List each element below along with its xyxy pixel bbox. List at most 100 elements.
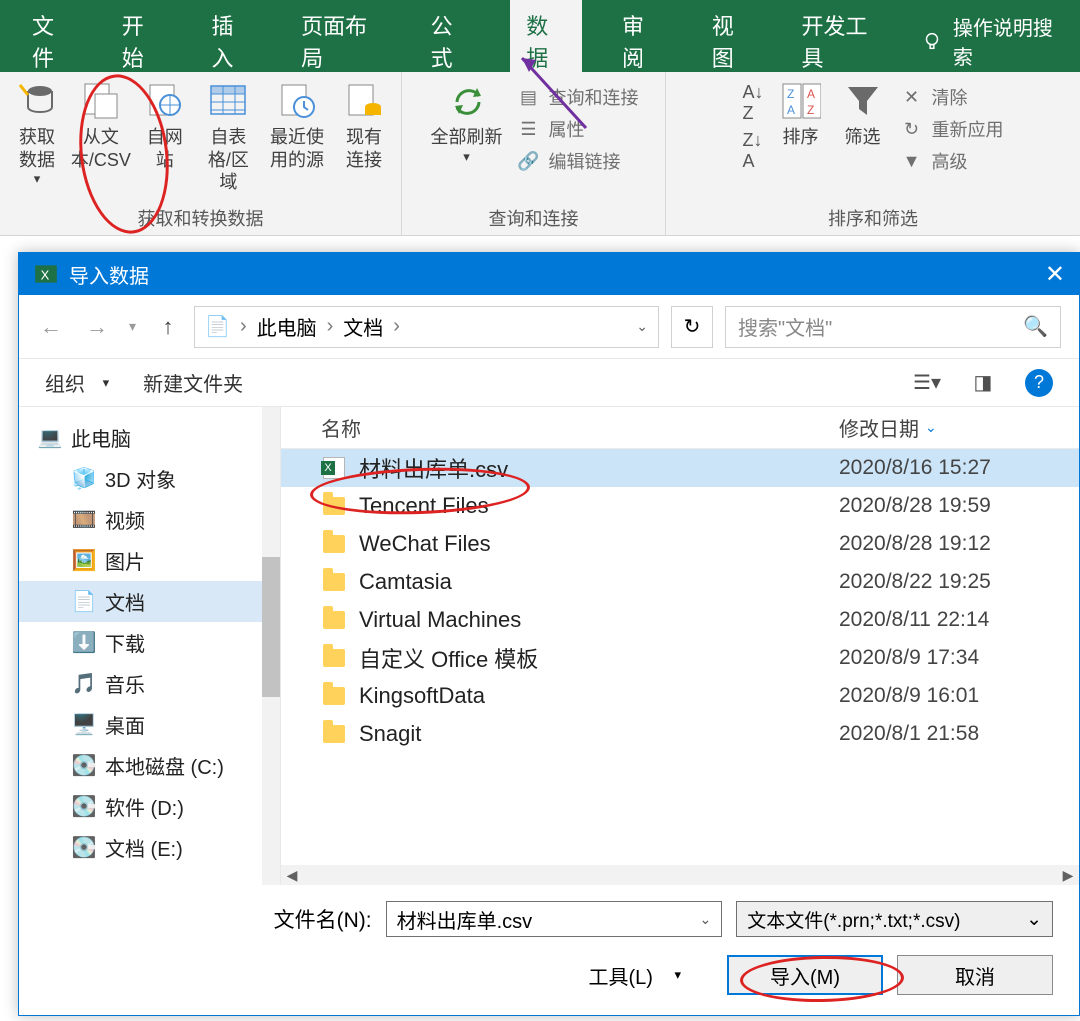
file-row[interactable]: Tencent Files2020/8/28 19:59 xyxy=(281,487,1079,525)
sort-desc-icon[interactable]: Z↓A xyxy=(742,130,763,172)
tree-label: 3D 对象 xyxy=(105,464,176,493)
get-data-button[interactable]: 获取数据▾ xyxy=(8,78,66,198)
hscroll-right[interactable]: ▶ xyxy=(1059,867,1077,884)
import-button[interactable]: 导入(M) xyxy=(727,955,883,995)
tree-item-dl[interactable]: ⬇️下载 xyxy=(19,622,280,663)
preview-pane-button[interactable]: ◨ xyxy=(969,369,997,397)
existing-conn-button[interactable]: 现有连接 xyxy=(335,78,393,198)
sort-asc-icon[interactable]: A↓Z xyxy=(742,82,763,124)
tree-item-disk[interactable]: 💽 文档 (E:) xyxy=(19,827,280,868)
group-get-transform: 获取和转换数据 xyxy=(138,199,264,231)
file-type-filter[interactable]: 文本文件(*.prn;*.txt;*.csv) ⌄ xyxy=(736,901,1053,937)
tab-file[interactable]: 文件 xyxy=(22,3,82,79)
file-name: 自定义 Office 模板 xyxy=(359,642,839,674)
file-list-hscrollbar[interactable]: ◀ ▶ xyxy=(281,865,1079,885)
cancel-button[interactable]: 取消 xyxy=(897,955,1053,995)
search-placeholder: 搜索"文档" xyxy=(738,312,832,341)
filename-dropdown-icon[interactable]: ⌄ xyxy=(699,911,711,928)
tree-item-video[interactable]: 🎞️视频 xyxy=(19,499,280,540)
tab-layout[interactable]: 页面布局 xyxy=(291,3,390,79)
tab-insert[interactable]: 插入 xyxy=(201,3,261,79)
col-date-label: 修改日期 xyxy=(839,413,919,442)
sort-button[interactable]: ZAAZ 排序 xyxy=(772,78,830,153)
get-data-label: 获取数据 xyxy=(14,126,60,171)
tree-item-music[interactable]: 🎵音乐 xyxy=(19,663,280,704)
tell-me-search[interactable]: 操作说明搜索 xyxy=(921,12,1058,70)
edit-links-button[interactable]: 🔗编辑链接 xyxy=(517,148,639,174)
refresh-address-button[interactable]: ↻ xyxy=(671,306,713,348)
file-row[interactable]: Snagit2020/8/1 21:58 xyxy=(281,715,1079,753)
nav-back-button[interactable]: ← xyxy=(37,313,65,341)
tree-item-disk[interactable]: 💽软件 (D:) xyxy=(19,786,280,827)
tree-item-disk[interactable]: 💽本地磁盘 (C:) xyxy=(19,745,280,786)
column-header-date[interactable]: 修改日期⌄ xyxy=(839,413,1079,442)
from-range-button[interactable]: 自表格/区域 xyxy=(198,78,259,198)
filter-button[interactable]: 筛选 xyxy=(834,78,892,153)
help-icon[interactable]: ? xyxy=(1025,369,1053,397)
link-icon: 🔗 xyxy=(517,149,541,173)
tree-scrollbar-thumb[interactable] xyxy=(262,557,280,697)
queries-connections-button[interactable]: ▤查询和连接 xyxy=(517,84,639,110)
view-mode-button[interactable]: ☰▾ xyxy=(913,369,941,397)
tab-review[interactable]: 审阅 xyxy=(612,3,672,79)
hscroll-left[interactable]: ◀ xyxy=(283,867,301,884)
clear-label: 清除 xyxy=(932,84,968,110)
new-folder-button[interactable]: 新建文件夹 xyxy=(143,368,243,397)
tab-view[interactable]: 视图 xyxy=(702,3,762,79)
reapply-icon: ↻ xyxy=(900,117,924,141)
breadcrumb-documents[interactable]: 文档 xyxy=(343,312,383,341)
tree-item-3d[interactable]: 🧊3D 对象 xyxy=(19,458,280,499)
dialog-titlebar[interactable]: X 导入数据 ✕ xyxy=(19,253,1079,295)
tab-dev[interactable]: 开发工具 xyxy=(791,3,890,79)
file-row[interactable]: Camtasia2020/8/22 19:25 xyxy=(281,563,1079,601)
tree-label: 软件 (D:) xyxy=(105,792,184,821)
file-row[interactable]: 自定义 Office 模板2020/8/9 17:34 xyxy=(281,639,1079,677)
filename-input[interactable]: 材料出库单.csv ⌄ xyxy=(386,901,723,937)
search-input[interactable]: 搜索"文档" 🔍 xyxy=(725,306,1061,348)
svg-text:A: A xyxy=(787,103,795,117)
from-text-csv-button[interactable]: 从文本/CSV xyxy=(70,78,132,198)
tree-item-pc[interactable]: 💻此电脑 xyxy=(19,417,280,458)
file-row[interactable]: 材料出库单.csv2020/8/16 15:27 xyxy=(281,449,1079,487)
nav-forward-button[interactable]: → xyxy=(83,313,111,341)
clear-icon: ✕ xyxy=(900,85,924,109)
breadcrumb-thispc[interactable]: 此电脑 xyxy=(257,312,317,341)
nav-up-button[interactable]: ↑ xyxy=(154,313,182,341)
refresh-all-label: 全部刷新 xyxy=(431,126,503,149)
file-name: Virtual Machines xyxy=(359,607,839,633)
tree-item-doc[interactable]: 📄文档 xyxy=(19,581,280,622)
clear-filter-button[interactable]: ✕ 清除 xyxy=(900,84,1004,110)
organize-button[interactable]: 组织 ▾ xyxy=(45,368,109,397)
file-date: 2020/8/1 21:58 xyxy=(839,722,1079,746)
advanced-filter-button[interactable]: ▼高级 xyxy=(900,148,1004,174)
disk-icon: 💽 xyxy=(73,837,95,859)
tree-label: 下载 xyxy=(105,628,145,657)
tab-home[interactable]: 开始 xyxy=(112,3,172,79)
from-web-button[interactable]: 自网站 xyxy=(136,78,194,198)
tree-item-pic[interactable]: 🖼️图片 xyxy=(19,540,280,581)
file-row[interactable]: KingsoftData2020/8/9 16:01 xyxy=(281,677,1079,715)
file-date: 2020/8/9 16:01 xyxy=(839,684,1079,708)
folder-icon xyxy=(323,573,345,591)
file-name: 材料出库单.csv xyxy=(359,452,839,484)
tools-button[interactable]: 工具(L) ▾ xyxy=(588,961,681,990)
address-bar[interactable]: 📄 › 此电脑 › 文档 › ⌄ xyxy=(194,306,659,348)
address-dropdown-icon[interactable]: ⌄ xyxy=(636,318,648,335)
close-icon[interactable]: ✕ xyxy=(1045,260,1065,289)
column-header-name[interactable]: 名称 xyxy=(321,413,839,442)
reapply-button[interactable]: ↻重新应用 xyxy=(900,116,1004,142)
tree-item-desk[interactable]: 🖥️桌面 xyxy=(19,704,280,745)
desk-icon: 🖥️ xyxy=(73,714,95,736)
tab-formula[interactable]: 公式 xyxy=(421,3,481,79)
tree-label: 文档 (E:) xyxy=(105,833,183,862)
nav-history-dropdown[interactable]: ▾ xyxy=(129,318,136,335)
group-queries: 查询和连接 xyxy=(489,199,579,231)
file-row[interactable]: WeChat Files2020/8/28 19:12 xyxy=(281,525,1079,563)
refresh-all-button[interactable]: 全部刷新▾ xyxy=(425,78,509,169)
properties-button[interactable]: ☰属性 xyxy=(517,116,639,142)
file-row[interactable]: Virtual Machines2020/8/11 22:14 xyxy=(281,601,1079,639)
queries-label: 查询和连接 xyxy=(549,84,639,110)
sort-label: 排序 xyxy=(783,126,819,149)
recent-sources-button[interactable]: 最近使用的源 xyxy=(263,78,331,198)
filter-dropdown-icon[interactable]: ⌄ xyxy=(1026,908,1042,931)
